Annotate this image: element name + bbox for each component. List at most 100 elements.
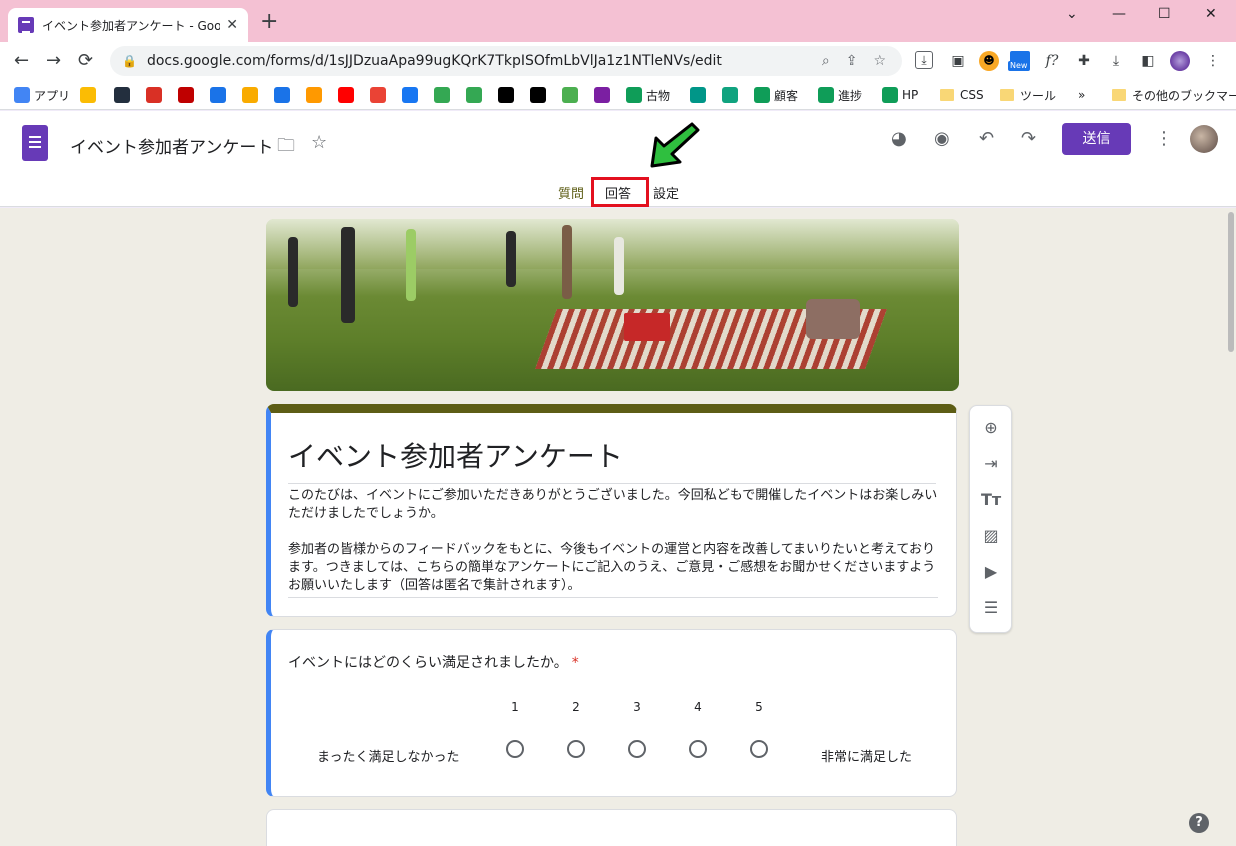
tab-questions[interactable]: 質問	[558, 183, 585, 211]
add-video-icon[interactable]: ▶	[981, 562, 1001, 582]
minimize-button[interactable]: —	[1112, 6, 1126, 22]
google-forms-logo-icon[interactable]	[22, 125, 48, 161]
back-button[interactable]: ←	[14, 50, 29, 71]
bookmark-item[interactable]	[80, 85, 100, 105]
bookmark-item[interactable]	[242, 85, 262, 105]
form-canvas: イベント参加者アンケート このたびは、イベントにご参加いただきありがとうございま…	[0, 208, 1226, 846]
address-bar[interactable]: 🔒 docs.google.com/forms/d/1sJJDzuaApa99u…	[110, 46, 902, 76]
bookmark-item[interactable]	[466, 85, 486, 105]
banner-person	[341, 227, 355, 323]
scale-radio-3[interactable]	[628, 740, 646, 758]
side-panel-icon[interactable]: ◧	[1138, 51, 1158, 71]
header-image	[266, 219, 959, 391]
new-tab-button[interactable]: +	[260, 11, 278, 33]
add-section-icon[interactable]: ☰	[981, 598, 1001, 618]
bookmark-item[interactable]	[690, 85, 710, 105]
help-icon[interactable]: ?	[1189, 813, 1209, 833]
share-icon[interactable]: ⇪	[846, 53, 858, 69]
puzzle-extensions-icon[interactable]: ✚	[1074, 51, 1094, 71]
bookmark-star-icon[interactable]: ☆	[873, 53, 886, 69]
question-title[interactable]: イベントにはどのくらい満足されましたか。 *	[288, 652, 579, 672]
new-ext-icon[interactable]: New	[1008, 51, 1030, 71]
url-text[interactable]: docs.google.com/forms/d/1sJJDzuaApa99ugK…	[147, 53, 822, 69]
bookmarks-more-button[interactable]: »	[1078, 85, 1085, 105]
downloads-icon[interactable]: ⤓	[1106, 51, 1126, 71]
bookmark-item[interactable]: アプリ	[14, 85, 70, 105]
tab-close-icon[interactable]: ✕	[226, 17, 238, 33]
page-scrollbar[interactable]	[1226, 208, 1236, 846]
bookmark-item[interactable]	[370, 85, 390, 105]
menu-kebab-icon[interactable]: ⋮	[1203, 51, 1223, 71]
scale-radio-5[interactable]	[750, 740, 768, 758]
bookmark-item[interactable]	[210, 85, 230, 105]
undo-icon[interactable]: ↶	[979, 128, 994, 149]
redo-icon[interactable]: ↷	[1021, 128, 1036, 149]
bookmark-item[interactable]	[178, 85, 198, 105]
bookmark-item[interactable]	[498, 85, 518, 105]
star-icon[interactable]: ☆	[311, 132, 327, 153]
bookmark-item[interactable]: ツール	[1000, 85, 1056, 105]
add-question-icon[interactable]: ⊕	[981, 418, 1001, 438]
tab-settings[interactable]: 設定	[653, 183, 679, 202]
question-card[interactable]: イベントにはどのくらい満足されましたか。 * 1 2 3 4 5 まったく満足しな…	[266, 629, 957, 797]
scrollbar-thumb[interactable]	[1228, 212, 1234, 352]
bookmark-item[interactable]: CSS	[940, 85, 984, 105]
close-window-button[interactable]: ✕	[1205, 6, 1217, 22]
maximize-button[interactable]: ☐	[1158, 6, 1171, 22]
bookmark-item[interactable]: 古物	[626, 85, 670, 105]
function-ext-icon[interactable]: f?	[1042, 51, 1062, 71]
bookmark-item[interactable]	[530, 85, 550, 105]
reload-button[interactable]: ⟳	[78, 50, 93, 71]
document-title[interactable]: イベント参加者アンケート	[70, 133, 273, 158]
download-ext-icon[interactable]: ⤓	[915, 51, 933, 69]
bookmark-item[interactable]	[434, 85, 454, 105]
ext-badge-icon[interactable]: ☻	[979, 51, 999, 71]
bookmark-item[interactable]	[114, 85, 134, 105]
add-title-icon[interactable]: Tт	[981, 490, 1001, 510]
bookmark-item[interactable]	[594, 85, 614, 105]
scale-radio-4[interactable]	[689, 740, 707, 758]
forward-button[interactable]: →	[46, 50, 61, 71]
add-image-icon[interactable]: ▨	[981, 526, 1001, 546]
title-card[interactable]: イベント参加者アンケート このたびは、イベントにご参加いただきありがとうございま…	[266, 404, 957, 617]
bookmark-item[interactable]	[402, 85, 422, 105]
folder-icon	[940, 89, 954, 101]
bookmark-item[interactable]	[274, 85, 294, 105]
bookmark-item[interactable]	[722, 85, 742, 105]
more-options-icon[interactable]: ⋮	[1155, 128, 1173, 149]
facebook-icon	[402, 87, 418, 103]
scale-number: 1	[511, 700, 519, 714]
import-questions-icon[interactable]: ⇥	[981, 454, 1001, 474]
zoom-icon[interactable]: ⌕	[822, 53, 830, 69]
avatar[interactable]	[1190, 125, 1218, 153]
bookmark-label: ツール	[1020, 88, 1057, 103]
bookmark-item[interactable]: HP	[882, 85, 918, 105]
other-bookmarks[interactable]: その他のブックマーク	[1112, 85, 1236, 105]
profile-icon[interactable]	[1170, 51, 1190, 71]
send-button[interactable]: 送信	[1062, 123, 1131, 155]
screen-ext-icon[interactable]: ▣	[948, 51, 968, 71]
scale-radio-1[interactable]	[506, 740, 524, 758]
tab-search-icon[interactable]: ⌄	[1066, 6, 1078, 22]
bookmark-item[interactable]	[338, 85, 358, 105]
banner-person	[406, 229, 416, 301]
next-question-card[interactable]	[266, 809, 957, 846]
bookmark-item[interactable]	[146, 85, 166, 105]
preview-eye-icon[interactable]: ◉	[934, 128, 950, 149]
bookmark-item[interactable]: 進捗	[818, 85, 862, 105]
bookmark-label: 古物	[646, 88, 671, 103]
bookmark-item[interactable]	[562, 85, 582, 105]
bookmark-item[interactable]	[306, 85, 326, 105]
question-text: イベントにはどのくらい満足されましたか。	[288, 655, 568, 671]
folder-icon[interactable]: 🗀	[277, 133, 295, 163]
form-title[interactable]: イベント参加者アンケート	[288, 435, 936, 484]
aa-icon	[690, 87, 706, 103]
palette-icon[interactable]: ◕	[891, 128, 907, 149]
browser-tab[interactable]: イベント参加者アンケート - Google フ ✕	[8, 8, 248, 42]
scale-radio-2[interactable]	[567, 740, 585, 758]
form-description[interactable]: このたびは、イベントにご参加いただきありがとうございました。今回私どもで開催した…	[288, 487, 938, 598]
bookmark-item[interactable]: 顧客	[754, 85, 798, 105]
description-paragraph: このたびは、イベントにご参加いただきありがとうございました。今回私どもで開催した…	[288, 488, 938, 521]
banner-person	[614, 237, 624, 295]
banner-person	[562, 225, 572, 299]
